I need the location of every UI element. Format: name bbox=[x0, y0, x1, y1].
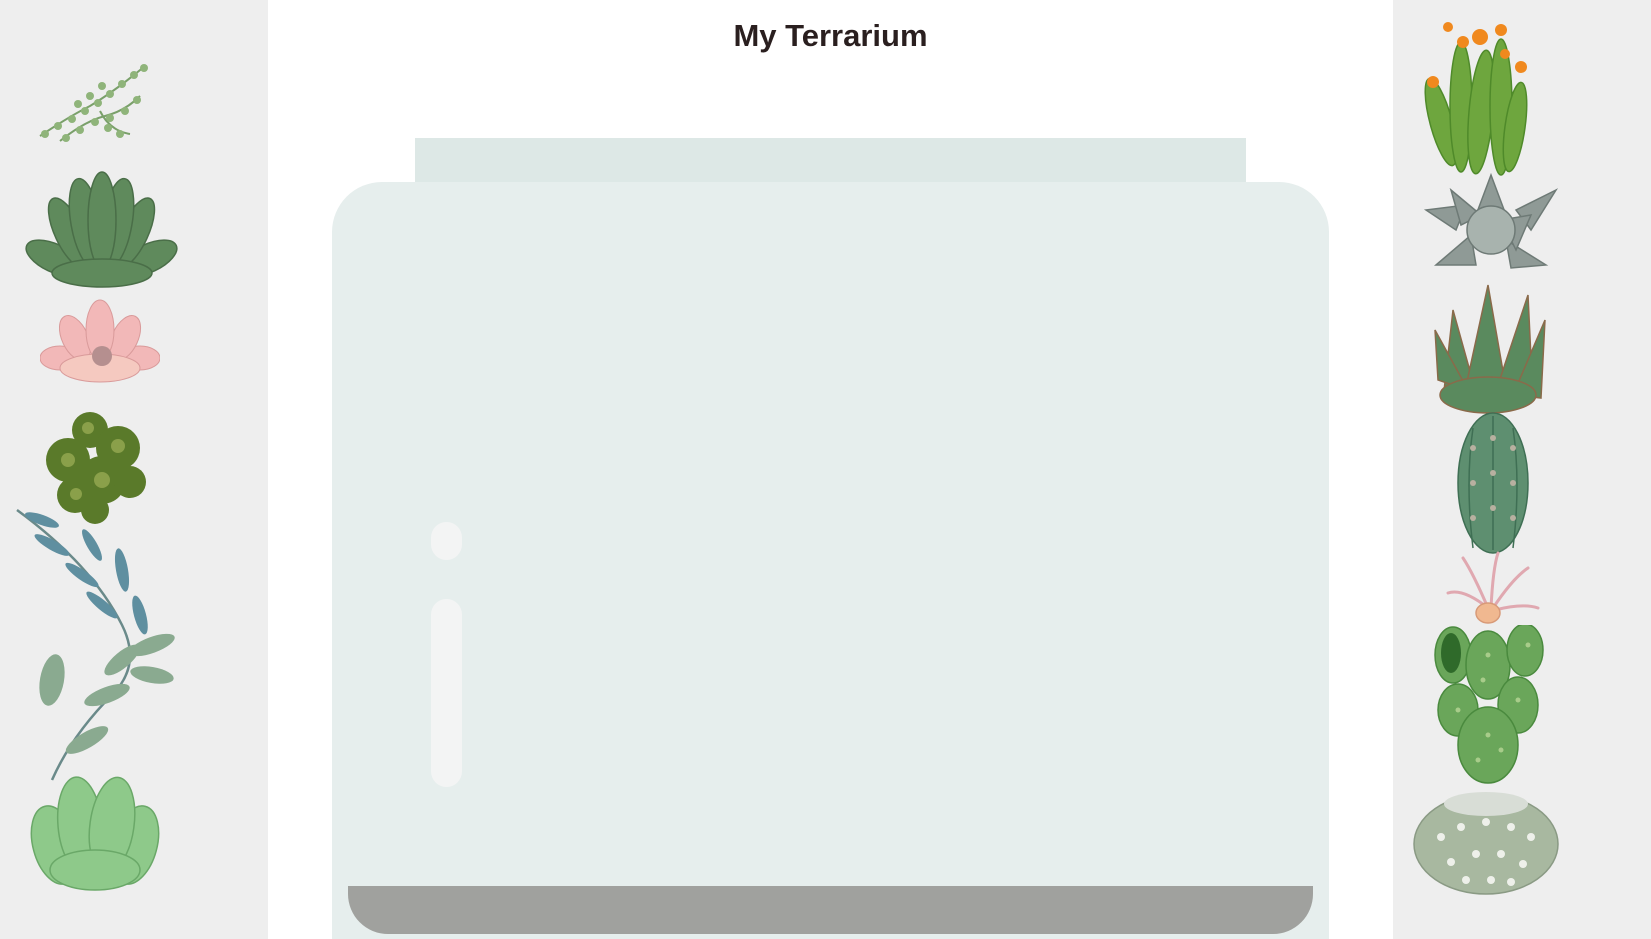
gray-echeveria-icon[interactable] bbox=[1421, 170, 1561, 275]
paddle-cactus-icon[interactable] bbox=[1433, 625, 1548, 785]
column-cactus-icon[interactable] bbox=[1443, 408, 1543, 558]
left-plant-panel bbox=[0, 0, 268, 939]
jar-glare-bar bbox=[431, 599, 462, 787]
round-cactus-icon[interactable] bbox=[1411, 782, 1561, 897]
page-title: My Terrarium bbox=[733, 18, 928, 53]
jar-lid bbox=[415, 138, 1246, 184]
green-rosette-succulent-icon[interactable] bbox=[24, 168, 179, 290]
string-of-pearls-icon[interactable] bbox=[30, 56, 155, 148]
air-plant-icon[interactable] bbox=[1443, 548, 1543, 628]
jar-glass bbox=[332, 182, 1329, 939]
right-plant-panel bbox=[1393, 0, 1651, 939]
jar-soil bbox=[348, 886, 1313, 934]
pink-succulent-icon[interactable] bbox=[40, 298, 160, 384]
spiky-succulent-icon[interactable] bbox=[1433, 280, 1548, 415]
eucalyptus-branch-icon[interactable] bbox=[12, 505, 180, 785]
jade-succulent-icon[interactable] bbox=[30, 765, 160, 895]
jar-glare-dot bbox=[431, 522, 462, 560]
